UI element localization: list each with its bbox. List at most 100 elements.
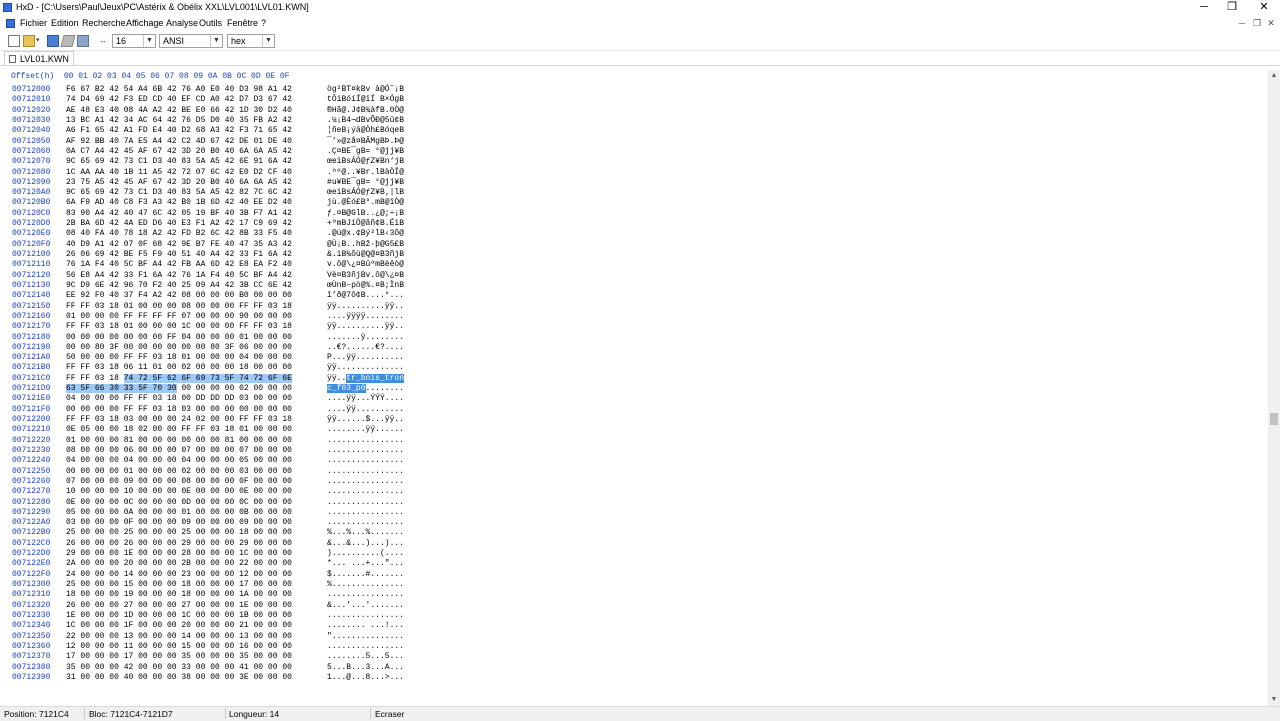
hex-byte[interactable]: 00 bbox=[196, 663, 206, 672]
hex-byte[interactable]: 00 bbox=[138, 456, 148, 465]
hex-byte[interactable]: 81 bbox=[225, 436, 235, 445]
hex-byte[interactable]: 00 bbox=[268, 343, 278, 352]
hex-byte[interactable]: A3 bbox=[210, 126, 220, 135]
hex-byte[interactable]: 00 bbox=[80, 343, 90, 352]
hex-byte[interactable]: 00 bbox=[153, 652, 163, 661]
hex-byte[interactable]: B7 bbox=[196, 240, 206, 249]
offset-base-select[interactable]: hex ▼ bbox=[227, 34, 275, 48]
hex-byte[interactable]: 00 bbox=[109, 549, 119, 558]
hex-byte[interactable]: 18 bbox=[181, 590, 191, 599]
hex-byte[interactable]: 04 bbox=[124, 456, 134, 465]
hex-byte[interactable]: 33 bbox=[239, 250, 249, 259]
hex-byte[interactable]: F5 bbox=[268, 229, 278, 238]
hex-byte[interactable]: 42 bbox=[167, 178, 177, 187]
hex-byte[interactable]: 15 bbox=[181, 642, 191, 651]
hex-byte[interactable]: 00 bbox=[225, 415, 235, 424]
row-hex-bytes[interactable]: 00 00 00 00 00 00 00 FF 04 00 00 00 01 0… bbox=[66, 333, 292, 343]
hex-byte[interactable]: 00 bbox=[210, 322, 220, 331]
hex-byte[interactable]: 67 bbox=[80, 85, 90, 94]
hex-byte[interactable]: AF bbox=[66, 137, 76, 146]
hex-byte[interactable]: 40 bbox=[225, 178, 235, 187]
hex-byte[interactable]: 42 bbox=[167, 291, 177, 300]
hex-byte[interactable]: 00 bbox=[268, 384, 278, 393]
hex-byte[interactable]: 00 bbox=[95, 632, 105, 641]
hex-byte[interactable]: 3D bbox=[181, 147, 191, 156]
hex-byte[interactable]: 00 bbox=[80, 570, 90, 579]
row-text[interactable]: v.ô@\¿¤BûªmBèêò@ bbox=[327, 260, 404, 270]
scroll-down-icon[interactable]: ▼ bbox=[1268, 694, 1280, 706]
hex-byte[interactable]: 40 bbox=[225, 240, 235, 249]
hex-byte[interactable]: 00 bbox=[253, 425, 263, 434]
hex-byte[interactable]: 00 bbox=[153, 621, 163, 630]
hex-byte[interactable]: DE bbox=[268, 137, 278, 146]
hex-byte[interactable]: CF bbox=[268, 168, 278, 177]
hex-byte[interactable]: 6C bbox=[210, 168, 220, 177]
hex-byte[interactable]: 00 bbox=[153, 333, 163, 342]
hex-byte[interactable]: 12 bbox=[239, 570, 249, 579]
hex-byte[interactable]: 00 bbox=[268, 673, 278, 682]
hex-byte[interactable]: 69 bbox=[268, 219, 278, 228]
hex-byte[interactable]: 00 bbox=[80, 539, 90, 548]
row-hex-bytes[interactable]: 35 00 00 00 42 00 00 00 33 00 00 00 41 0… bbox=[66, 663, 292, 673]
hex-byte[interactable]: 00 bbox=[282, 632, 292, 641]
hex-byte[interactable]: 18 bbox=[239, 363, 249, 372]
hex-byte[interactable]: 00 bbox=[210, 291, 220, 300]
hex-byte[interactable]: 73 bbox=[210, 373, 220, 383]
hex-byte[interactable]: 00 bbox=[268, 425, 278, 434]
hex-byte[interactable]: 25 bbox=[181, 281, 191, 290]
hex-byte[interactable]: 37 bbox=[124, 291, 134, 300]
hex-byte[interactable]: 00 bbox=[153, 590, 163, 599]
open-dropdown-chevron-down-icon[interactable]: ▾ bbox=[36, 35, 42, 47]
hex-byte[interactable]: 00 bbox=[153, 322, 163, 331]
hex-byte[interactable]: 50 bbox=[66, 353, 76, 362]
hex-byte[interactable]: 00 bbox=[109, 528, 119, 537]
hex-byte[interactable]: DD bbox=[196, 394, 206, 403]
hex-byte[interactable]: 00 bbox=[253, 291, 263, 300]
hex-byte[interactable]: 00 bbox=[196, 291, 206, 300]
hex-byte[interactable]: 00 bbox=[268, 312, 278, 321]
hex-byte[interactable]: A1 bbox=[124, 126, 134, 135]
hex-byte[interactable]: 00 bbox=[282, 333, 292, 342]
row-text[interactable]: î’ð@7ô¢B....°... bbox=[327, 291, 404, 301]
hex-byte[interactable]: FF bbox=[124, 405, 134, 414]
hex-byte[interactable]: 08 bbox=[181, 477, 191, 486]
text-char[interactable]: B bbox=[399, 147, 404, 156]
hex-byte[interactable]: 62 bbox=[166, 373, 177, 383]
hex-byte[interactable]: 18 bbox=[109, 415, 119, 424]
hex-byte[interactable]: 1C bbox=[181, 322, 191, 331]
hex-byte[interactable]: 42 bbox=[109, 178, 119, 187]
row-hex-bytes[interactable]: 08 00 00 00 06 00 00 00 07 00 00 00 07 0… bbox=[66, 446, 292, 456]
row-hex-bytes[interactable]: 24 00 00 00 14 00 00 00 23 00 00 00 12 0… bbox=[66, 570, 292, 580]
row-hex-bytes[interactable]: 9C D9 6E 42 96 70 F2 40 25 09 A4 42 3B C… bbox=[66, 281, 292, 291]
menu-fenetre[interactable]: Fenêtre bbox=[227, 18, 258, 28]
hex-byte[interactable]: A4 bbox=[210, 250, 220, 259]
row-hex-bytes[interactable]: 63 5F 66 30 33 5F 70 30 00 00 00 00 02 0… bbox=[66, 384, 292, 394]
hex-byte[interactable]: 26 bbox=[66, 601, 76, 610]
hex-byte[interactable]: 00 bbox=[253, 343, 263, 352]
text-char[interactable]: . bbox=[399, 621, 404, 630]
row-hex-bytes[interactable]: 01 00 00 00 FF FF FF FF 07 00 00 00 90 0… bbox=[66, 312, 292, 322]
hex-editor[interactable]: Offset(h) 00 01 02 03 04 05 06 07 08 09 … bbox=[0, 70, 1268, 706]
hex-byte[interactable]: 18 bbox=[138, 229, 148, 238]
hex-byte[interactable]: 00 bbox=[253, 487, 263, 496]
hex-byte[interactable]: 47 bbox=[138, 209, 148, 218]
text-char[interactable]: B bbox=[399, 85, 404, 94]
mdi-close-button[interactable]: ✕ bbox=[1265, 18, 1277, 29]
hex-byte[interactable]: 00 bbox=[225, 291, 235, 300]
hex-byte[interactable]: 6D bbox=[210, 198, 220, 207]
text-char[interactable]: . bbox=[399, 456, 404, 465]
hex-byte[interactable]: 1C bbox=[66, 168, 76, 177]
hex-byte[interactable]: 03 bbox=[181, 405, 191, 414]
hex-byte[interactable]: 00 bbox=[196, 405, 206, 414]
row-hex-bytes[interactable]: 0E 00 00 00 0C 00 00 00 0D 00 00 00 0C 0… bbox=[66, 498, 292, 508]
hex-byte[interactable]: 42 bbox=[109, 116, 119, 125]
hex-byte[interactable]: 00 bbox=[196, 621, 206, 630]
row-hex-bytes[interactable]: 04 00 00 00 04 00 00 00 04 00 00 00 05 0… bbox=[66, 456, 292, 466]
hex-byte[interactable]: 35 bbox=[66, 663, 76, 672]
hex-byte[interactable]: 3F bbox=[109, 343, 119, 352]
hex-byte[interactable]: 18 bbox=[181, 580, 191, 589]
hex-byte[interactable]: 72 bbox=[138, 373, 148, 383]
hex-byte[interactable]: 00 bbox=[167, 322, 177, 331]
hex-byte[interactable]: 00 bbox=[95, 652, 105, 661]
hex-byte[interactable]: A1 bbox=[268, 209, 278, 218]
